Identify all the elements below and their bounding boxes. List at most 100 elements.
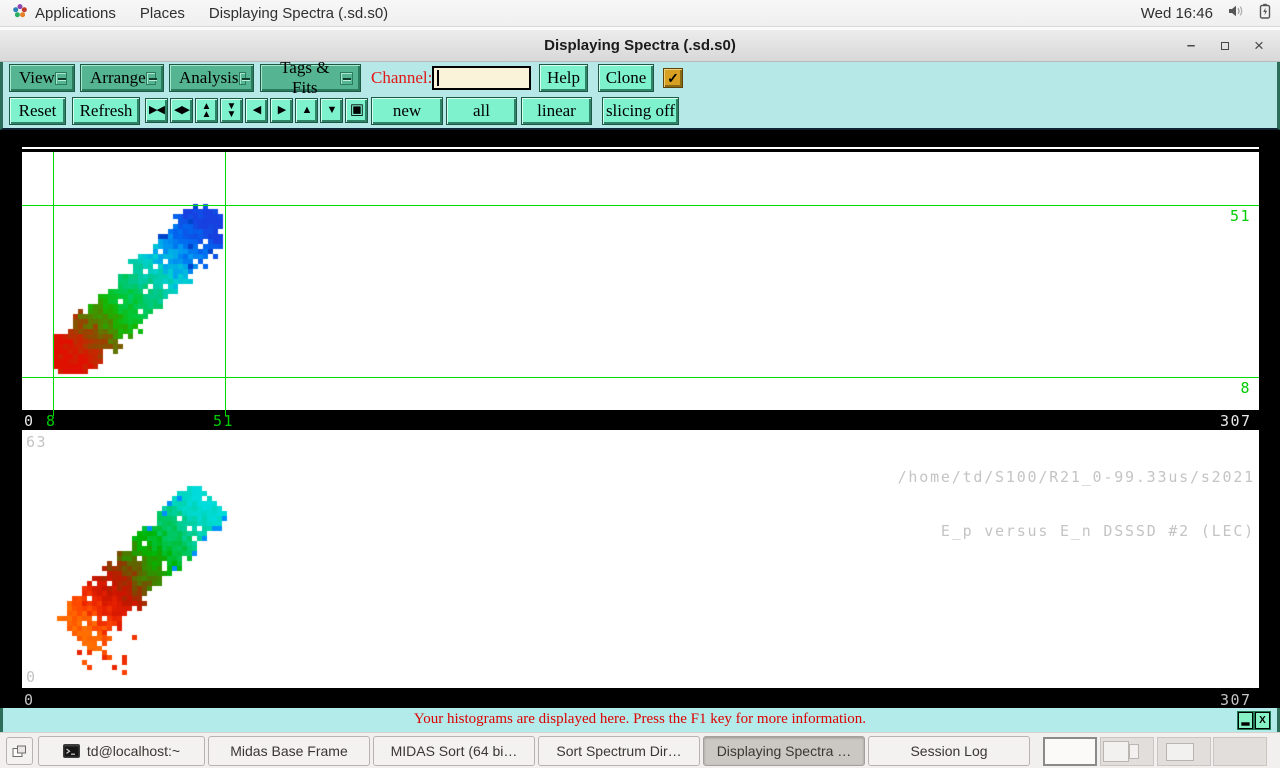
spectrum-1-plot[interactable]: 51 8	[22, 147, 1259, 410]
s1-x-min-label: 0	[24, 412, 35, 430]
workspace-window-thumb	[1166, 743, 1194, 761]
screen: Applications Places Displaying Spectra (…	[0, 0, 1280, 768]
crosshair-vline-8	[53, 152, 54, 410]
toolbar-row-2: Reset Refresh ▶◀ ◀▶ ▲ ▲ ▼ ▼ ◀ ▶ ▲ ▼ ▣ ne…	[0, 95, 1280, 130]
menu-tags-fits-label: Tags & Fits	[280, 58, 330, 97]
reset-button[interactable]: Reset	[9, 97, 66, 125]
battery-icon[interactable]	[1258, 3, 1272, 24]
task-label: MIDAS Sort (64 bi…	[390, 743, 518, 759]
places-menu[interactable]: Places	[128, 0, 197, 26]
all-button[interactable]: all	[446, 97, 517, 125]
workspace-3[interactable]	[1157, 737, 1211, 766]
menu-arrange-label: Arrange	[90, 68, 146, 87]
spectrum-1-histogram[interactable]	[22, 147, 1259, 410]
menu-tags-fits[interactable]: Tags & Fits	[260, 58, 361, 97]
window-titlebar[interactable]: Displaying Spectra (.sd.s0) – ×	[0, 30, 1280, 62]
workspace-window-thumb	[1103, 741, 1129, 762]
task-displaying-spectra[interactable]: Displaying Spectra …	[703, 736, 865, 766]
s2-y-max-label: 63	[26, 433, 48, 451]
task-label: Sort Spectrum Dir…	[556, 743, 682, 759]
applications-label: Applications	[35, 4, 116, 22]
s1-x-max-label: 307	[1220, 412, 1252, 430]
volume-icon[interactable]	[1227, 3, 1244, 23]
channel-label: Channel:	[371, 68, 433, 87]
s2-y-min-label: 0	[26, 668, 37, 686]
s2-title-path: /home/td/S100/R21_0-99.33us/s2021	[897, 468, 1255, 486]
toolbar-checkbox[interactable]: ✓	[663, 68, 683, 88]
y-marker-label-8: 8	[1240, 379, 1251, 397]
menu-view[interactable]: View	[9, 64, 75, 92]
task-sort-spectrum-dir[interactable]: Sort Spectrum Dir…	[538, 736, 700, 766]
spectrum-2-plot[interactable]: 63 0 /home/td/S100/R21_0-99.33us/s2021 E…	[22, 430, 1259, 688]
menu-indicator-icon	[238, 71, 249, 85]
clone-button[interactable]: Clone	[598, 64, 654, 92]
pan-down-icon[interactable]: ▼	[320, 98, 343, 123]
workspace-4[interactable]	[1213, 737, 1267, 766]
places-label: Places	[139, 4, 185, 22]
compress-vertical-icon[interactable]: ▼ ▼	[220, 98, 243, 123]
crosshair-hline-51	[22, 205, 1259, 206]
menu-indicator-icon	[145, 71, 158, 85]
show-desktop-icon	[12, 745, 26, 757]
show-desktop-button[interactable]	[6, 737, 33, 765]
y-marker-label-51: 51	[1229, 207, 1251, 225]
pan-left-icon[interactable]: ◀	[245, 98, 268, 123]
help-button[interactable]: Help	[539, 64, 588, 92]
menu-analysis-label: Analysis	[179, 68, 239, 87]
active-app-label: Displaying Spectra (.sd.s0)	[208, 4, 389, 22]
status-minimize-button[interactable]: ▂	[1238, 712, 1253, 729]
full-view-icon[interactable]: ▣	[345, 98, 368, 123]
task-label: Midas Base Frame	[230, 743, 348, 759]
menu-analysis[interactable]: Analysis	[169, 64, 254, 92]
status-mini-controls: ▂ X	[1237, 711, 1271, 730]
menu-indicator-icon	[339, 71, 353, 85]
pan-right-icon[interactable]: ▶	[270, 98, 293, 123]
task-midas-sort[interactable]: MIDAS Sort (64 bi…	[373, 736, 535, 766]
spectrum-2-title: /home/td/S100/R21_0-99.33us/s2021 E_p ve…	[898, 432, 1255, 576]
menu-indicator-icon	[54, 71, 67, 85]
workspace-window-thumb	[1129, 744, 1139, 759]
applications-menu[interactable]: Applications	[0, 0, 128, 26]
crosshair-vline-51	[225, 152, 226, 410]
s1-x-marker1-label: 8	[46, 412, 57, 430]
pan-up-icon[interactable]: ▲	[295, 98, 318, 123]
window-title: Displaying Spectra (.sd.s0)	[544, 37, 736, 54]
close-button[interactable]: ×	[1244, 30, 1274, 62]
taskbar: td@localhost:~ Midas Base Frame MIDAS So…	[0, 732, 1280, 768]
s2-title-name: E_p versus E_n DSSSD #2 (LEC)	[940, 522, 1255, 540]
task-terminal[interactable]: td@localhost:~	[38, 736, 205, 766]
workspace-1[interactable]	[1043, 737, 1097, 766]
task-label: Displaying Spectra …	[716, 743, 852, 759]
slicing-off-button[interactable]: slicing off	[602, 97, 679, 125]
terminal-icon	[62, 744, 80, 758]
task-label: Session Log	[910, 743, 988, 759]
crosshair-hline-8	[22, 377, 1259, 378]
maximize-icon	[1221, 42, 1229, 51]
minimize-button[interactable]: –	[1176, 30, 1206, 62]
s2-x-max-label: 307	[1220, 691, 1252, 709]
histogram-display-area: 51 8 0 8 51 307 63 0 /home/td/S100/R21_0…	[0, 130, 1280, 709]
workspace-2[interactable]	[1100, 737, 1154, 766]
status-message: Your histograms are displayed here. Pres…	[413, 711, 867, 727]
new-button[interactable]: new	[371, 97, 443, 125]
expand-horizontal-icon[interactable]: ◀▶	[170, 98, 193, 123]
task-label: td@localhost:~	[86, 743, 181, 759]
expand-vertical-icon[interactable]: ▲ ▲	[195, 98, 218, 123]
compress-horizontal-icon[interactable]: ▶◀	[145, 98, 168, 123]
clock[interactable]: Wed 16:46	[1141, 5, 1213, 22]
status-bar: Your histograms are displayed here. Pres…	[0, 708, 1280, 732]
toolbar-row-1: View Arrange Analysis Tags & Fits Channe…	[0, 58, 1280, 97]
text-caret	[437, 70, 439, 86]
distro-logo-icon	[12, 3, 28, 23]
menu-arrange[interactable]: Arrange	[80, 64, 164, 92]
refresh-button[interactable]: Refresh	[72, 97, 140, 125]
task-session-log[interactable]: Session Log	[868, 736, 1030, 766]
linear-button[interactable]: linear	[521, 97, 592, 125]
s1-x-marker2-label: 51	[213, 412, 235, 430]
maximize-button[interactable]	[1210, 30, 1240, 62]
task-midas-base-frame[interactable]: Midas Base Frame	[208, 736, 370, 766]
active-app-menu[interactable]: Displaying Spectra (.sd.s0)	[197, 0, 400, 26]
channel-input[interactable]	[432, 66, 531, 90]
status-close-button[interactable]: X	[1255, 712, 1270, 729]
menu-view-label: View	[19, 68, 55, 87]
